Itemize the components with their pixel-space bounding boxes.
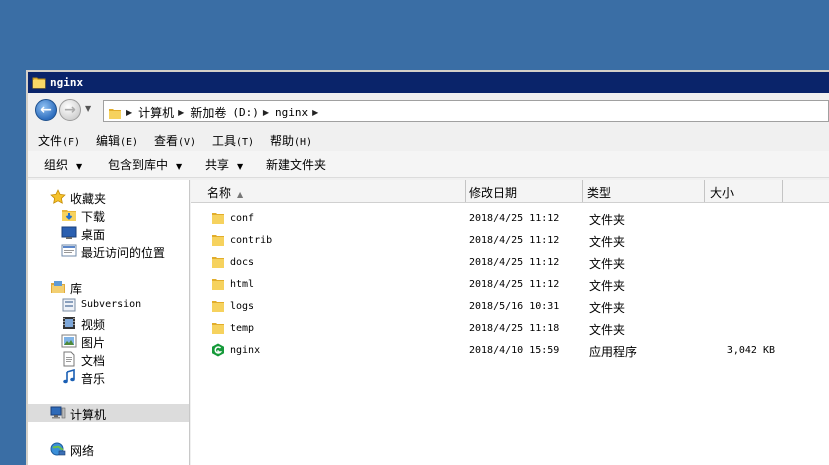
breadcrumb-drive[interactable]: (D:) xyxy=(232,106,259,119)
folder-icon xyxy=(211,277,225,294)
column-header-modified[interactable]: 修改日期 xyxy=(466,180,583,202)
file-row[interactable]: logs 2018/5/16 10:31 文件夹 xyxy=(191,295,829,317)
nav-libraries[interactable]: 库 xyxy=(28,278,189,296)
nav-music[interactable]: 音乐 xyxy=(28,368,189,386)
file-row[interactable]: contrib 2018/4/25 11:12 文件夹 xyxy=(191,229,829,251)
file-row[interactable]: html 2018/4/25 11:12 文件夹 xyxy=(191,273,829,295)
menu-edit[interactable]: 编辑(E) xyxy=(96,132,138,149)
nav-favorites[interactable]: 收藏夹 xyxy=(28,188,189,206)
folder-icon xyxy=(211,321,225,338)
menu-view[interactable]: 查看(V) xyxy=(154,132,196,149)
folder-icon xyxy=(32,75,46,92)
recent-places-icon xyxy=(61,243,77,262)
nav-computer[interactable]: 计算机 xyxy=(28,404,189,422)
include-library-button[interactable]: 包含到库中 ▼ xyxy=(108,156,182,173)
nav-recent[interactable]: 最近访问的位置 xyxy=(28,242,189,260)
chevron-down-icon: ▼ xyxy=(176,162,183,171)
menu-file[interactable]: 文件(F) xyxy=(38,132,80,149)
column-header-name[interactable]: 名称 ▲ xyxy=(191,180,466,202)
sort-ascending-icon: ▲ xyxy=(237,190,244,199)
explorer-window: nginx ← → ▼ ▶ 计算机 ▶ 新加卷 (D:) ▶ nginx ▶ 文… xyxy=(26,70,829,465)
command-bar: 组织 ▼ 包含到库中 ▼ 共享 ▼ 新建文件夹 xyxy=(28,151,829,178)
share-button[interactable]: 共享 ▼ xyxy=(205,156,243,173)
breadcrumb-computer[interactable]: 计算机 xyxy=(138,104,174,121)
nav-documents[interactable]: 文档 xyxy=(28,350,189,368)
folder-icon xyxy=(211,211,225,228)
file-row[interactable]: conf 2018/4/25 11:12 文件夹 xyxy=(191,207,829,229)
navigation-pane: 收藏夹 下载 桌面 最近访问的位置 库 Subversion 视频 图片 文档 … xyxy=(28,180,190,465)
folder-icon xyxy=(108,106,122,120)
file-row[interactable]: temp 2018/4/25 11:18 文件夹 xyxy=(191,317,829,339)
menu-help[interactable]: 帮助(H) xyxy=(270,132,312,149)
menu-bar: 文件(F) 编辑(E) 查看(V) 工具(T) 帮助(H) xyxy=(28,128,829,150)
network-icon xyxy=(50,441,66,460)
file-list-pane: 名称 ▲ 修改日期 类型 大小 conf 2018/4/25 11:12 文件夹 … xyxy=(191,180,829,465)
folder-icon xyxy=(211,255,225,272)
file-row[interactable]: docs 2018/4/25 11:12 文件夹 xyxy=(191,251,829,273)
address-bar[interactable]: ▶ 计算机 ▶ 新加卷 (D:) ▶ nginx ▶ xyxy=(103,100,829,122)
computer-icon xyxy=(50,405,66,424)
title-bar[interactable]: nginx xyxy=(28,72,829,93)
address-row: ← → ▼ ▶ 计算机 ▶ 新加卷 (D:) ▶ nginx ▶ xyxy=(28,96,829,126)
column-header-size[interactable]: 大小 xyxy=(705,180,783,202)
nginx-app-icon xyxy=(211,343,225,360)
file-row[interactable]: nginx 2018/4/10 15:59 应用程序 3,042 KB xyxy=(191,339,829,361)
window-title: nginx xyxy=(50,76,84,89)
nav-network[interactable]: 网络 xyxy=(28,440,189,458)
nav-desktop[interactable]: 桌面 xyxy=(28,224,189,242)
breadcrumb-nginx[interactable]: nginx xyxy=(275,106,308,119)
forward-button[interactable]: → xyxy=(59,99,81,121)
chevron-down-icon: ▼ xyxy=(76,162,83,171)
chevron-down-icon[interactable]: ▼ xyxy=(85,104,91,113)
breadcrumb-separator[interactable]: ▶ xyxy=(312,108,318,117)
organize-button[interactable]: 组织 ▼ xyxy=(44,156,82,173)
breadcrumb-separator[interactable]: ▶ xyxy=(263,108,269,117)
breadcrumb-volume[interactable]: 新加卷 xyxy=(190,104,226,121)
menu-tools[interactable]: 工具(T) xyxy=(212,132,254,149)
folder-icon xyxy=(211,299,225,316)
nav-subversion[interactable]: Subversion xyxy=(28,296,189,314)
music-icon xyxy=(61,368,77,388)
nav-videos[interactable]: 视频 xyxy=(28,314,189,332)
column-header-type[interactable]: 类型 xyxy=(583,180,705,202)
nav-downloads[interactable]: 下载 xyxy=(28,206,189,224)
column-header-row: 名称 ▲ 修改日期 类型 大小 xyxy=(191,180,829,203)
breadcrumb-separator[interactable]: ▶ xyxy=(178,108,184,117)
chevron-down-icon: ▼ xyxy=(237,162,244,171)
breadcrumb-separator[interactable]: ▶ xyxy=(126,108,132,117)
new-folder-button[interactable]: 新建文件夹 xyxy=(266,156,326,173)
back-button[interactable]: ← xyxy=(35,99,57,121)
nav-pictures[interactable]: 图片 xyxy=(28,332,189,350)
folder-icon xyxy=(211,233,225,250)
